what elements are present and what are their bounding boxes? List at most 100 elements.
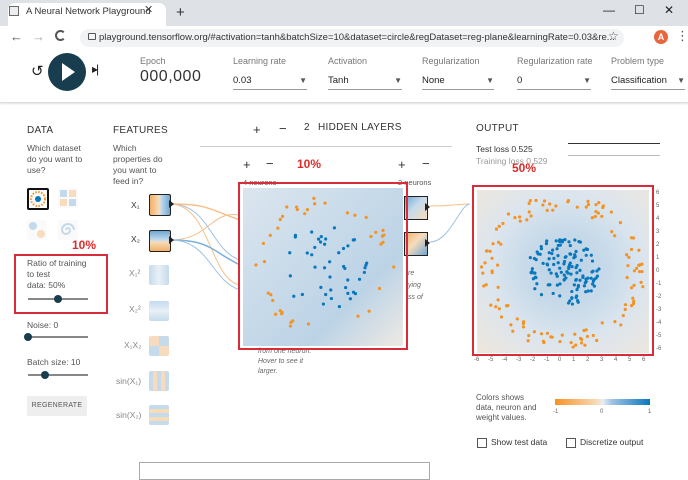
back-arrow-icon[interactable]: ← <box>10 29 23 44</box>
y-tick-label: -1 <box>656 281 662 287</box>
feature-x1-squared[interactable] <box>149 265 169 285</box>
remove-neuron-layer1-button[interactable]: − <box>266 156 274 171</box>
neuron-tooltip-text: from one neuron. Hover to see it larger. <box>258 348 312 375</box>
y-tick-label: 0 <box>656 268 660 274</box>
chevron-down-icon: ▼ <box>299 76 307 85</box>
color-legend-text: Colors shows data, neuron and weight val… <box>476 393 537 422</box>
test-loss: Test loss 0.525 <box>476 144 533 154</box>
x-tick-label: 4 <box>614 357 618 363</box>
hidden-layers-title: HIDDEN LAYERS <box>318 122 402 133</box>
problem-type-label: Problem type <box>611 56 665 66</box>
feature-x2[interactable] <box>149 230 171 252</box>
noise-label: Noise: 0 <box>27 320 59 330</box>
feature-x1[interactable] <box>149 194 171 216</box>
new-tab-button[interactable]: + <box>176 4 185 21</box>
neuron-percent-annotation: 10% <box>297 157 322 171</box>
color-legend-bar <box>555 399 650 405</box>
features-question: Which properties do you want to feed in? <box>113 143 163 186</box>
discretize-output-checkbox[interactable] <box>566 438 576 448</box>
ratio-percent-annotation: 10% <box>72 238 97 252</box>
x-tick-label: 3 <box>600 357 604 363</box>
learning-rate-label: Learning rate <box>233 56 287 66</box>
y-tick-label: 1 <box>656 255 660 261</box>
add-layer-button[interactable]: + <box>253 122 261 137</box>
y-tick-label: -3 <box>656 307 662 313</box>
add-neuron-layer1-button[interactable]: + <box>243 157 251 172</box>
chevron-down-icon: ▼ <box>486 76 494 85</box>
step-button[interactable]: ▸| <box>92 62 99 76</box>
profile-avatar[interactable]: A <box>654 30 668 44</box>
regularization-rate-select[interactable]: 0 ▼ <box>517 75 591 90</box>
regularization-select[interactable]: None ▼ <box>422 75 494 90</box>
legend-tick-min: -1 <box>553 409 559 415</box>
dataset-xor[interactable] <box>58 188 78 208</box>
output-column-title: OUTPUT <box>476 123 519 134</box>
noise-slider[interactable] <box>28 336 88 338</box>
y-tick-label: 3 <box>656 229 660 235</box>
x-tick-label: 0 <box>558 357 562 363</box>
browser-menu-icon[interactable]: ⋮ <box>676 28 688 44</box>
minimize-icon[interactable]: — <box>603 3 615 17</box>
output-x-axis: -6 -5 -4 -3 -2 -1 0 1 2 3 4 5 6 <box>474 357 652 367</box>
batch-size-slider-thumb[interactable] <box>41 371 49 379</box>
activation-select[interactable]: Tanh ▼ <box>328 75 402 90</box>
x-tick-label: -1 <box>544 357 550 363</box>
data-column-title: DATA <box>27 125 54 136</box>
neuron-output-arrow-icon <box>425 203 430 211</box>
feature-label-x1x2: X₁X₂ <box>124 340 142 350</box>
chevron-down-icon: ▼ <box>677 76 685 85</box>
x-tick-label: 6 <box>642 357 646 363</box>
activation-value: Tanh <box>328 75 349 86</box>
regenerate-button[interactable]: REGENERATE <box>27 396 87 416</box>
y-tick-label: -4 <box>656 320 662 326</box>
legend-tick-max: 1 <box>648 409 652 415</box>
maximize-icon[interactable]: ☐ <box>634 3 645 17</box>
bookmark-star-icon[interactable]: ☆ <box>608 29 619 43</box>
dataset-circle[interactable] <box>27 188 49 210</box>
forward-arrow-icon[interactable]: → <box>32 29 45 44</box>
show-test-data-checkbox[interactable] <box>477 438 487 448</box>
tooltip-partial-right: re ying ss of <box>408 270 423 301</box>
problem-type-select[interactable]: Classification ▼ <box>611 75 685 90</box>
batch-size-slider[interactable] <box>28 374 88 376</box>
feature-sin-x1[interactable] <box>149 371 169 391</box>
feature-x2-squared[interactable] <box>149 301 169 321</box>
tab-title: A Neural Network Playground <box>26 6 151 17</box>
x-tick-label: 2 <box>586 357 590 363</box>
x-tick-label: 1 <box>572 357 576 363</box>
epoch-label: Epoch <box>140 56 166 66</box>
window-close-icon[interactable]: ✕ <box>664 3 674 17</box>
x-tick-label: -4 <box>502 357 508 363</box>
features-column-title: FEATURES <box>113 125 168 136</box>
regularization-rate-value: 0 <box>517 75 523 86</box>
y-tick-label: 4 <box>656 216 660 222</box>
loss-chart-line-training <box>568 155 660 156</box>
show-test-data-label: Show test data <box>491 437 548 447</box>
feature-x1x2[interactable] <box>149 336 169 356</box>
xor-dataset-icon <box>60 190 76 206</box>
learning-rate-select[interactable]: 0.03 ▼ <box>233 75 307 90</box>
hidden-layer-count: 2 <box>304 122 310 133</box>
feature-label-sin-x1: sin(X₁) <box>116 376 142 386</box>
url-text[interactable]: playground.tensorflow.org/#activation=ta… <box>99 32 619 43</box>
add-neuron-layer2-button[interactable]: + <box>398 157 406 172</box>
remove-neuron-layer2-button[interactable]: − <box>422 156 430 171</box>
reload-icon[interactable] <box>55 30 66 41</box>
y-tick-label: 2 <box>656 242 660 248</box>
remove-layer-button[interactable]: − <box>279 121 287 136</box>
lock-icon <box>88 33 96 40</box>
noise-slider-thumb[interactable] <box>24 333 32 341</box>
tab-favicon-icon <box>9 6 19 16</box>
tab-close-icon[interactable]: ✕ <box>144 3 153 16</box>
x-tick-label: -2 <box>530 357 536 363</box>
hidden-layers-divider <box>200 146 452 147</box>
epoch-value: 000,000 <box>140 68 202 85</box>
feature-label-x1-squared: X₁² <box>129 268 141 278</box>
dataset-gaussian[interactable] <box>27 220 47 240</box>
reset-button[interactable]: ↺ <box>31 62 44 80</box>
y-tick-label: 6 <box>656 190 660 196</box>
feature-sin-x2[interactable] <box>149 405 169 425</box>
dataset-spiral[interactable] <box>58 220 78 240</box>
discretize-output-label: Discretize output <box>580 437 644 447</box>
feature-label-x2-squared: X₂² <box>129 304 141 314</box>
